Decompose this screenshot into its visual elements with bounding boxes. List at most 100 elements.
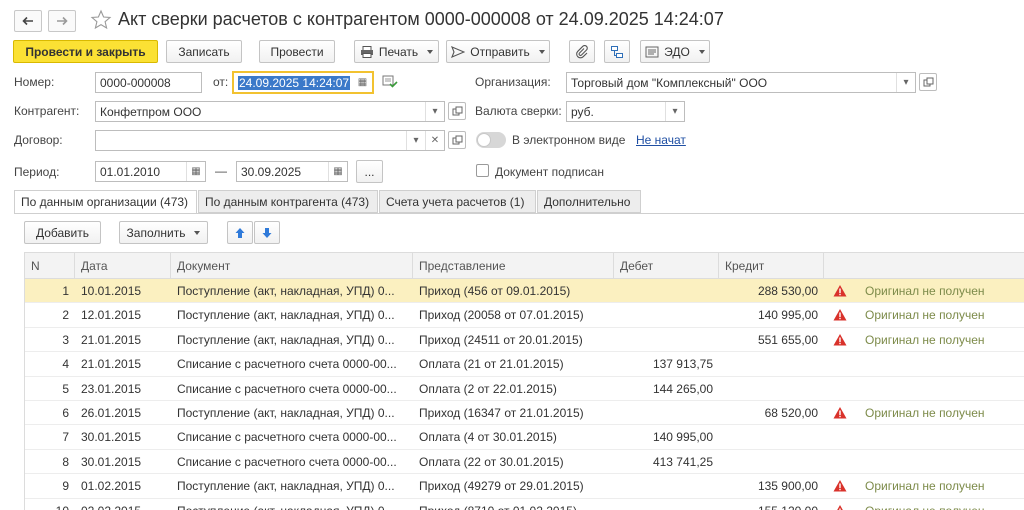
chevron-down-icon[interactable]: ▾ xyxy=(896,73,915,92)
table-row[interactable]: 6 26.01.2015 Поступление (акт, накладная, … xyxy=(25,401,1024,426)
cell-debit xyxy=(614,401,719,425)
fill-button[interactable]: Заполнить xyxy=(119,221,208,244)
contract-label: Договор: xyxy=(14,133,63,147)
attach-button[interactable] xyxy=(569,40,595,63)
tab-accounts[interactable]: Счета учета расчетов (1) xyxy=(379,190,536,213)
table-row[interactable]: 4 21.01.2015 Списание с расчетного счета 0… xyxy=(25,352,1024,377)
back-button[interactable] xyxy=(14,10,42,32)
move-up-button[interactable] xyxy=(227,221,253,244)
table-row[interactable]: 1002.02.2015Поступление (акт, накладная,… xyxy=(25,499,1024,510)
contract-field[interactable]: ▾ ✕ xyxy=(95,130,445,151)
document-check-icon[interactable] xyxy=(382,75,398,89)
cell-debit xyxy=(614,303,719,327)
period-from-field[interactable]: 01.01.2010 ▦ xyxy=(95,161,206,182)
cell-doc: Списание с расчетного счета 0000-00... xyxy=(177,357,397,372)
warning-icon xyxy=(833,407,847,419)
column-header-n[interactable]: N xyxy=(25,253,75,279)
column-header-document[interactable]: Документ xyxy=(171,253,413,279)
select-period-button[interactable]: ... xyxy=(356,160,383,183)
cell-status: Оригинал не получен xyxy=(865,332,985,347)
send-button[interactable]: Отправить xyxy=(446,40,550,63)
currency-value: руб. xyxy=(571,104,594,119)
chevron-down-icon[interactable]: ▾ xyxy=(425,102,444,121)
electronic-status-link[interactable]: Не начат xyxy=(636,133,686,147)
table-row[interactable]: 9 01.02.2015 Поступление (акт, накладная, … xyxy=(25,474,1024,499)
cell-repr: Оплата (4 от 30.01.2015) xyxy=(419,430,557,445)
tab-contractor-data[interactable]: По данным контрагента (473) xyxy=(198,190,378,213)
move-down-button[interactable] xyxy=(254,221,280,244)
arrow-up-icon xyxy=(235,227,245,238)
tab-organization-data[interactable]: По данным организации (473) xyxy=(14,190,197,214)
table-row[interactable]: 3 21.01.2015 Поступление (акт, накладная, … xyxy=(25,328,1024,353)
cell-repr: Приход (49279 от 29.01.2015) xyxy=(419,479,584,494)
currency-label: Валюта сверки: xyxy=(475,104,562,118)
column-header-status xyxy=(824,253,1024,279)
cell-doc: Списание с расчетного счета 0000-00... xyxy=(177,454,397,469)
organization-label: Организация: xyxy=(475,75,551,89)
tab-additional[interactable]: Дополнительно xyxy=(537,190,641,213)
cell-date: 30.01.2015 xyxy=(81,430,142,445)
star-icon[interactable] xyxy=(90,9,112,31)
page-title: Акт сверки расчетов с контрагентом 0000-… xyxy=(118,9,724,29)
cell-credit xyxy=(719,450,824,474)
calendar-icon[interactable]: ▦ xyxy=(328,162,347,181)
cell-doc: Поступление (акт, накладная, УПД) 0... xyxy=(177,479,395,494)
post-and-close-button[interactable]: Провести и закрыть xyxy=(13,40,158,63)
chevron-down-icon[interactable]: ▾ xyxy=(665,102,684,121)
cell-n: 8 xyxy=(62,454,69,469)
signed-checkbox[interactable] xyxy=(476,164,489,177)
cell-n: 9 xyxy=(62,479,69,494)
cell-status: Оригинал не получен xyxy=(865,479,985,494)
edo-button[interactable]: ЭДО xyxy=(640,40,710,63)
cell-date: 26.01.2015 xyxy=(81,406,142,420)
print-button[interactable]: Печать xyxy=(354,40,439,63)
cell-repr: Оплата (21 от 21.01.2015) xyxy=(419,357,564,372)
cell-n: 10 xyxy=(25,499,75,510)
contractor-field[interactable]: Конфетпром ООО ▾ xyxy=(95,101,445,122)
period-to-field[interactable]: 30.09.2025 ▦ xyxy=(236,161,348,182)
cell-debit xyxy=(614,279,719,303)
add-button[interactable]: Добавить xyxy=(24,221,101,244)
forward-button[interactable] xyxy=(48,10,76,32)
table-row[interactable]: 7 30.01.2015 Списание с расчетного счета 0… xyxy=(25,425,1024,450)
date-value: 24.09.2025 14:24:07 xyxy=(238,75,351,90)
chevron-down-icon[interactable]: ▾ xyxy=(406,131,425,150)
contractor-label: Контрагент: xyxy=(14,104,80,118)
column-header-credit[interactable]: Кредит xyxy=(719,253,824,279)
electronic-toggle[interactable] xyxy=(476,132,506,148)
organization-field[interactable]: Торговый дом "Комплексный" ООО ▾ xyxy=(566,72,916,93)
clear-icon[interactable]: ✕ xyxy=(425,131,444,150)
column-header-debit[interactable]: Дебет xyxy=(614,253,719,279)
cell-repr: Приход (20058 от 07.01.2015) xyxy=(419,308,584,323)
date-field[interactable]: 24.09.2025 14:24:07 ▦ xyxy=(232,71,374,94)
post-button[interactable]: Провести xyxy=(259,40,335,63)
send-icon xyxy=(451,45,466,58)
table-row[interactable]: 2 12.01.2015 Поступление (акт, накладная, … xyxy=(25,303,1024,328)
title-bar: Акт сверки расчетов с контрагентом 0000-… xyxy=(0,0,1024,38)
period-dash: — xyxy=(215,164,227,178)
cell-date: 12.01.2015 xyxy=(81,308,142,323)
table-row[interactable]: 5 23.01.2015 Списание с расчетного счета 0… xyxy=(25,377,1024,401)
table-row[interactable]: 1 10.01.2015 Поступление (акт, накладная, … xyxy=(25,279,1024,304)
open-organization-button[interactable] xyxy=(919,73,937,91)
cell-debit: 137 913,75 xyxy=(652,357,713,372)
column-header-representation[interactable]: Представление xyxy=(413,253,614,279)
table-row[interactable]: 8 30.01.2015 Списание с расчетного счета 0… xyxy=(25,450,1024,475)
cell-date: 01.02.2015 xyxy=(81,479,142,494)
open-contract-button[interactable] xyxy=(448,131,466,149)
column-header-date[interactable]: Дата xyxy=(75,253,171,279)
warning-icon xyxy=(833,309,847,321)
structure-button[interactable] xyxy=(604,40,630,63)
warning-icon xyxy=(833,333,847,346)
save-button[interactable]: Записать xyxy=(166,40,242,63)
cell-credit xyxy=(719,352,824,376)
cell-credit: 68 520,00 xyxy=(764,406,818,420)
calendar-icon[interactable]: ▦ xyxy=(353,73,372,92)
calendar-icon[interactable]: ▦ xyxy=(186,162,205,181)
open-contractor-button[interactable] xyxy=(448,102,466,120)
currency-field[interactable]: руб. ▾ xyxy=(566,101,685,122)
open-icon xyxy=(452,135,462,144)
cell-status: Оригинал не получен xyxy=(859,499,1024,510)
number-field[interactable]: 0000-000008 xyxy=(95,72,202,93)
cell-repr: Приход (456 от 09.01.2015) xyxy=(419,284,571,298)
